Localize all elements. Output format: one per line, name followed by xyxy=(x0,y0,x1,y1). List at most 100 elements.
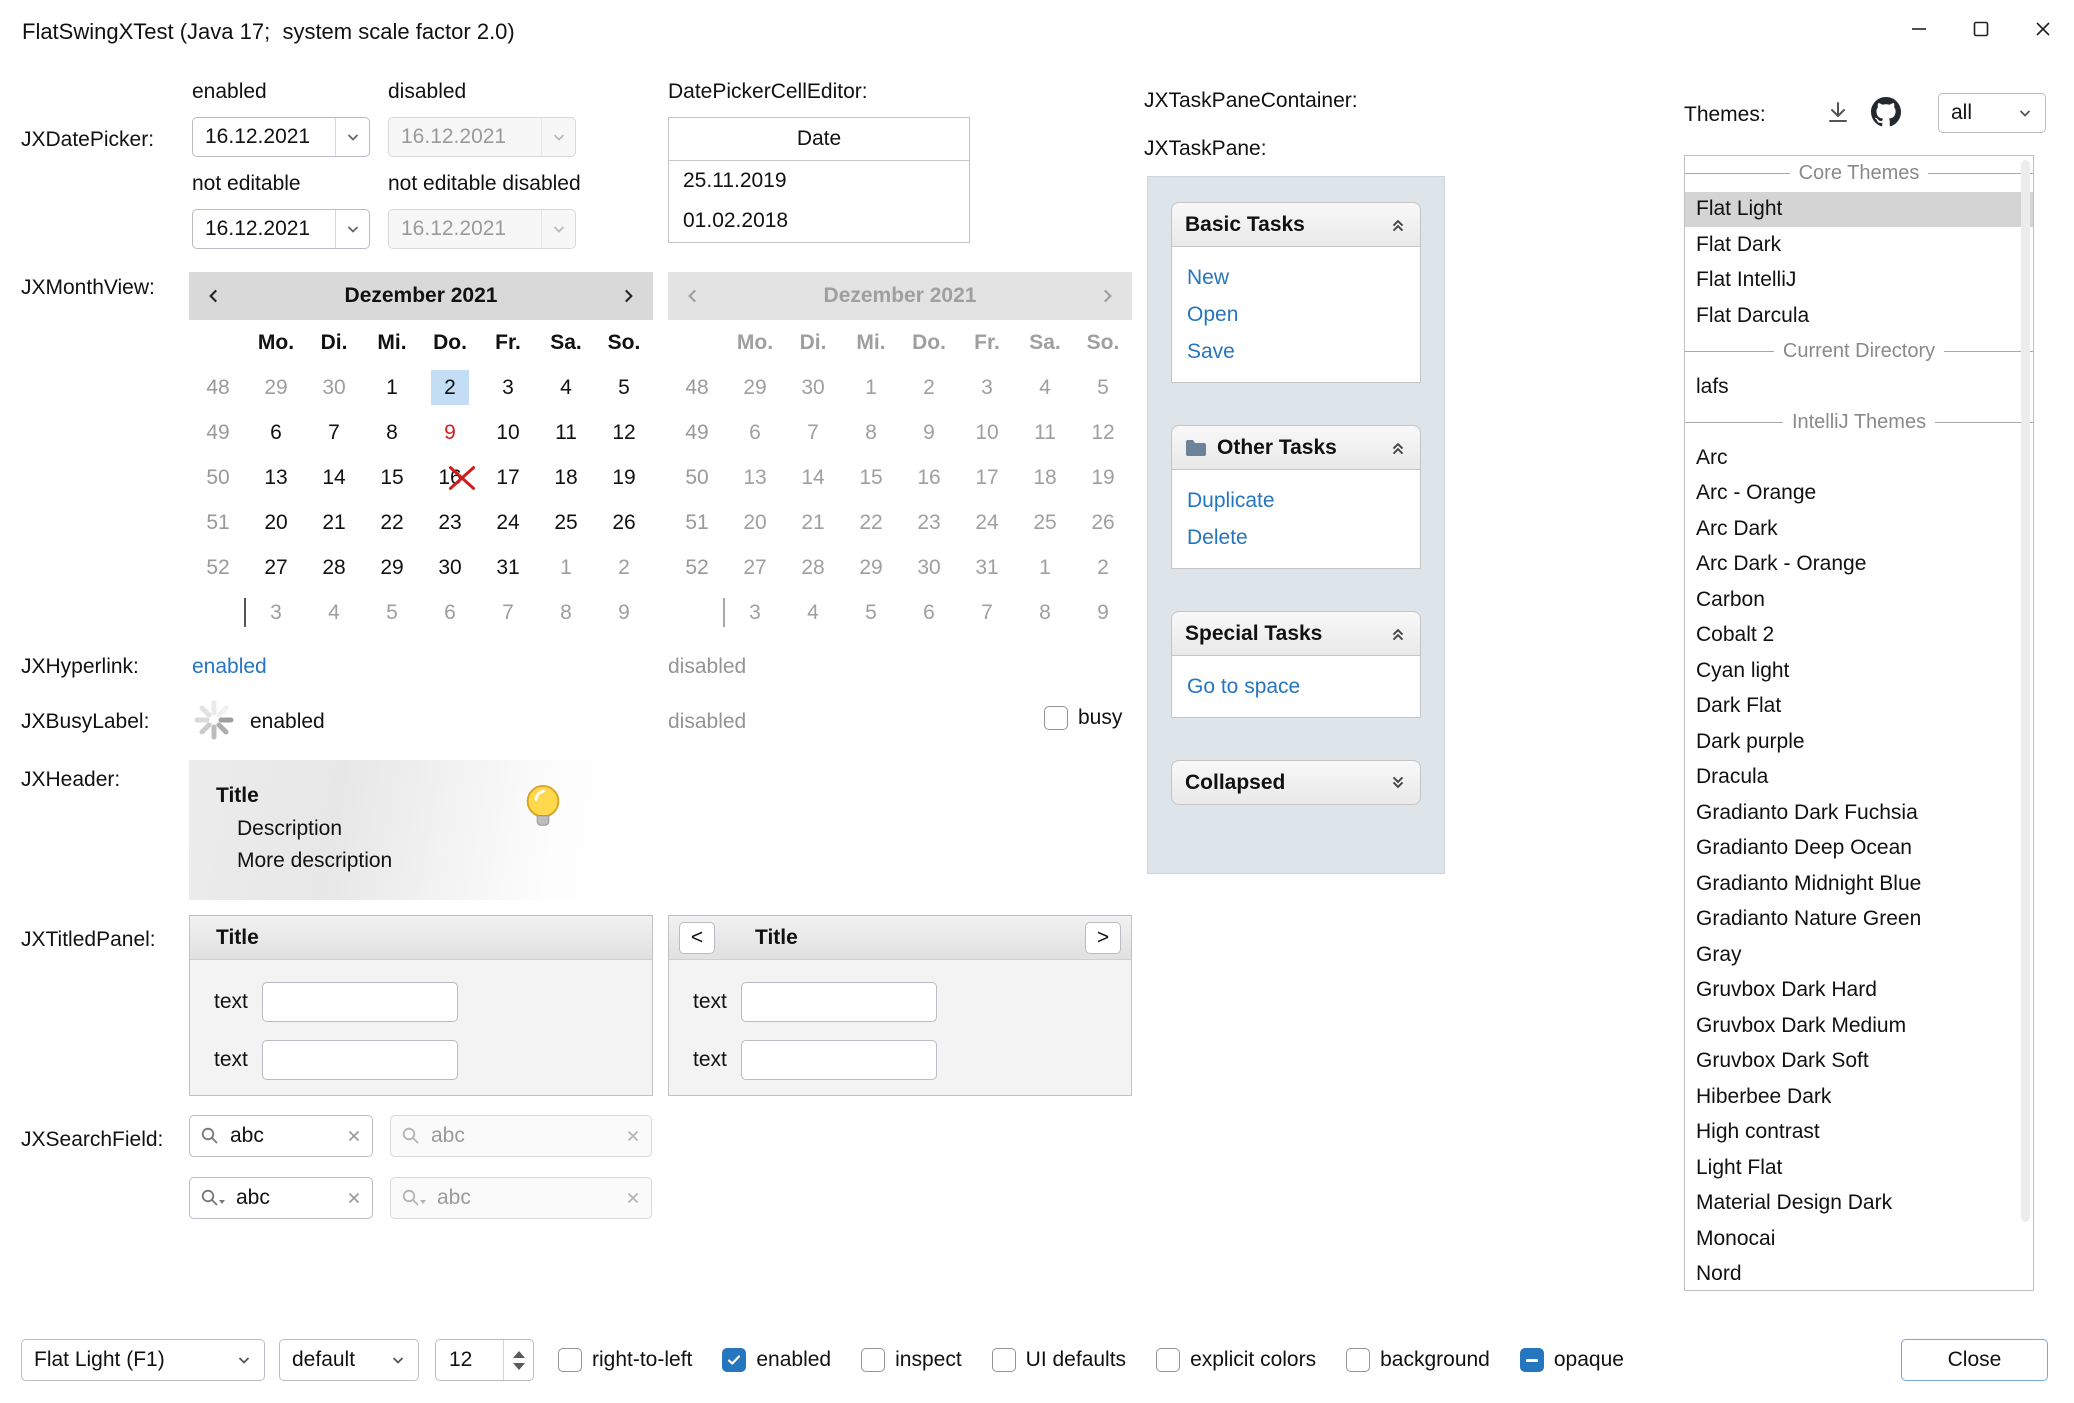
day-cell[interactable]: 10 xyxy=(479,410,537,455)
day-cell[interactable]: 14 xyxy=(305,455,363,500)
collapse-icon[interactable] xyxy=(1389,439,1407,457)
day-cell[interactable]: 5 xyxy=(595,365,653,410)
font-size-spinner[interactable]: 12 xyxy=(435,1339,534,1381)
theme-list-item[interactable]: Monocai xyxy=(1685,1221,2033,1257)
theme-list-item[interactable]: Gruvbox Dark Medium xyxy=(1685,1008,2033,1044)
taskpane-action[interactable]: New xyxy=(1187,259,1405,296)
theme-list-item[interactable]: Nord xyxy=(1685,1257,2033,1292)
day-cell[interactable]: 30 xyxy=(421,545,479,590)
day-cell[interactable]: 29 xyxy=(363,545,421,590)
download-icon[interactable] xyxy=(1821,95,1855,129)
day-cell[interactable]: 4 xyxy=(537,365,595,410)
taskpane-action[interactable]: Open xyxy=(1187,296,1405,333)
day-cell[interactable]: 2 xyxy=(595,545,653,590)
theme-list-item[interactable]: Light Flat xyxy=(1685,1150,2033,1186)
theme-list-item[interactable]: Dark purple xyxy=(1685,724,2033,760)
day-cell[interactable]: 19 xyxy=(595,455,653,500)
datepicker-enabled[interactable]: 16.12.2021 xyxy=(192,117,370,157)
theme-list-item[interactable]: Gradianto Midnight Blue xyxy=(1685,866,2033,902)
checkbox[interactable] xyxy=(558,1348,582,1372)
checkbox-opaque[interactable]: opaque xyxy=(1520,1348,1624,1372)
theme-list-item[interactable]: Gray xyxy=(1685,937,2033,973)
clear-icon[interactable] xyxy=(346,1128,362,1144)
text-input[interactable] xyxy=(741,982,937,1022)
day-cell[interactable]: 1 xyxy=(363,365,421,410)
theme-list-item[interactable]: Dracula xyxy=(1685,760,2033,796)
day-cell[interactable]: 12 xyxy=(595,410,653,455)
checkbox[interactable] xyxy=(861,1348,885,1372)
day-cell[interactable]: 3 xyxy=(247,590,305,635)
day-cell[interactable]: 6 xyxy=(247,410,305,455)
theme-list-item[interactable]: Dark Flat xyxy=(1685,689,2033,725)
spinner-buttons[interactable] xyxy=(503,1340,533,1380)
day-cell[interactable]: 9 xyxy=(595,590,653,635)
laf-combo[interactable]: Flat Light (F1) xyxy=(21,1339,265,1381)
checkbox-inspect[interactable]: inspect xyxy=(861,1348,962,1372)
day-cell[interactable]: 20 xyxy=(247,500,305,545)
day-cell[interactable]: 1 xyxy=(537,545,595,590)
theme-list-item[interactable]: lafs xyxy=(1685,369,2033,405)
collapse-icon[interactable] xyxy=(1389,625,1407,643)
taskpane-header[interactable]: Other Tasks xyxy=(1171,425,1421,470)
datepicker-dropdown-button[interactable] xyxy=(335,210,369,248)
day-cell[interactable]: 25 xyxy=(537,500,595,545)
day-cell[interactable]: 15 xyxy=(363,455,421,500)
hyperlink-enabled[interactable]: enabled xyxy=(192,655,267,679)
checkbox-right-to-left[interactable]: right-to-left xyxy=(558,1348,692,1372)
search-field[interactable]: abc xyxy=(189,1115,373,1157)
theme-list-item[interactable]: Flat Dark xyxy=(1685,227,2033,263)
theme-list-item[interactable]: Arc Dark - Orange xyxy=(1685,547,2033,583)
table-row[interactable]: 01.02.2018 xyxy=(669,201,969,241)
theme-list-item[interactable]: Arc Dark xyxy=(1685,511,2033,547)
prev-button[interactable]: < xyxy=(679,922,715,954)
day-cell[interactable]: 9 xyxy=(421,410,479,455)
next-button[interactable]: > xyxy=(1085,922,1121,954)
theme-list-item[interactable]: Gradianto Dark Fuchsia xyxy=(1685,795,2033,831)
taskpane-action[interactable]: Duplicate xyxy=(1187,482,1405,519)
day-cell[interactable]: 18 xyxy=(537,455,595,500)
checkbox[interactable] xyxy=(1346,1348,1370,1372)
checkbox[interactable] xyxy=(992,1348,1016,1372)
close-button[interactable]: Close xyxy=(1901,1339,2048,1381)
theme-list-item[interactable]: Arc - Orange xyxy=(1685,476,2033,512)
day-cell[interactable]: 8 xyxy=(537,590,595,635)
table-row[interactable]: 25.11.2019 xyxy=(669,161,969,201)
datepicker-not-editable[interactable]: 16.12.2021 xyxy=(192,209,370,249)
checkbox-busy[interactable]: busy xyxy=(1044,706,1122,730)
theme-filter-combo[interactable]: all xyxy=(1938,93,2046,133)
day-cell[interactable]: 3 xyxy=(479,365,537,410)
theme-list-item[interactable]: Flat Darcula xyxy=(1685,298,2033,334)
spinner-down-icon[interactable] xyxy=(513,1363,525,1370)
taskpane-header[interactable]: Collapsed xyxy=(1171,760,1421,805)
theme-list-item[interactable]: Carbon xyxy=(1685,582,2033,618)
day-cell[interactable]: 22 xyxy=(363,500,421,545)
day-cell[interactable]: 4 xyxy=(305,590,363,635)
day-cell[interactable]: 2 xyxy=(421,365,479,410)
day-cell[interactable]: 7 xyxy=(479,590,537,635)
taskpane-header[interactable]: Special Tasks xyxy=(1171,611,1421,656)
day-cell[interactable]: 7 xyxy=(305,410,363,455)
theme-list-item[interactable]: Gradianto Nature Green xyxy=(1685,902,2033,938)
search-input[interactable]: abc xyxy=(236,1186,336,1210)
font-combo[interactable]: default xyxy=(279,1339,419,1381)
theme-list-item[interactable]: Gruvbox Dark Hard xyxy=(1685,973,2033,1009)
day-cell[interactable]: 17 xyxy=(479,455,537,500)
text-input[interactable] xyxy=(262,1040,458,1080)
checkbox-explicit-colors[interactable]: explicit colors xyxy=(1156,1348,1316,1372)
day-cell[interactable]: 27 xyxy=(247,545,305,590)
day-cell[interactable]: 29 xyxy=(247,365,305,410)
minimize-button[interactable] xyxy=(1888,0,1950,63)
theme-list-item[interactable]: Arc xyxy=(1685,440,2033,476)
next-month-icon[interactable] xyxy=(619,287,637,305)
day-cell[interactable]: 8 xyxy=(363,410,421,455)
theme-list-item[interactable]: Cobalt 2 xyxy=(1685,618,2033,654)
taskpane-action[interactable]: Go to space xyxy=(1187,668,1405,705)
theme-list-item[interactable]: Cyan light xyxy=(1685,653,2033,689)
checkbox-background[interactable]: background xyxy=(1346,1348,1490,1372)
day-cell[interactable]: 6 xyxy=(421,590,479,635)
theme-list-item[interactable]: Flat Light xyxy=(1685,192,2033,228)
expand-icon[interactable] xyxy=(1389,774,1407,792)
datepicker-value[interactable]: 16.12.2021 xyxy=(193,125,335,149)
theme-list-item[interactable]: High contrast xyxy=(1685,1115,2033,1151)
prev-month-icon[interactable] xyxy=(205,287,223,305)
